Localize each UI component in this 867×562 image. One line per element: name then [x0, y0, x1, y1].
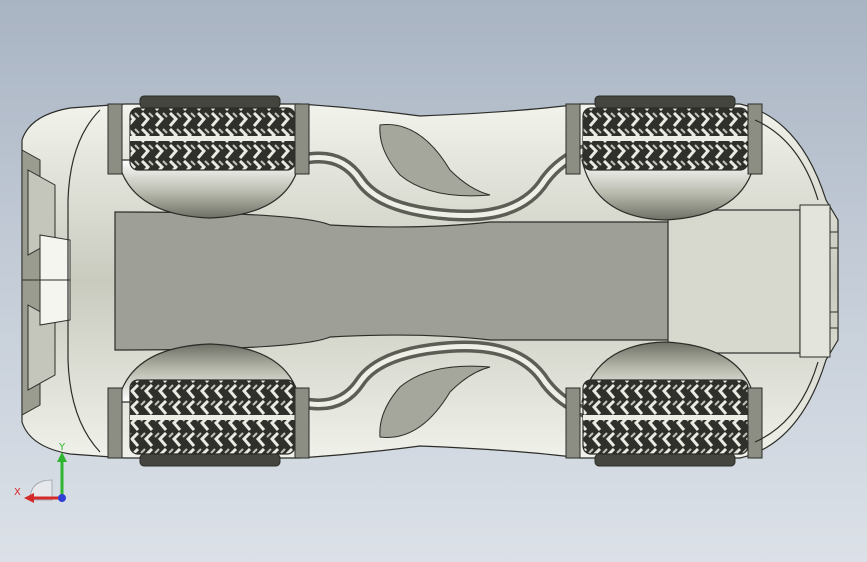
wheel-rear-top [565, 95, 763, 175]
wheel-front-bottom [107, 379, 310, 467]
z-axis-dot [58, 494, 66, 502]
rear-rack-plate [667, 209, 801, 354]
wheel-front-top [107, 95, 310, 175]
x-axis-label: X [14, 487, 21, 498]
graphics-viewport[interactable]: Y X [0, 0, 867, 562]
floor-panel [114, 211, 671, 351]
y-axis-label: Y [58, 442, 66, 453]
axis-triad: Y X [14, 442, 67, 503]
atv-3d-model[interactable] [0, 0, 867, 562]
wheel-rear-bottom [565, 379, 763, 467]
rear-bumper [799, 204, 831, 358]
